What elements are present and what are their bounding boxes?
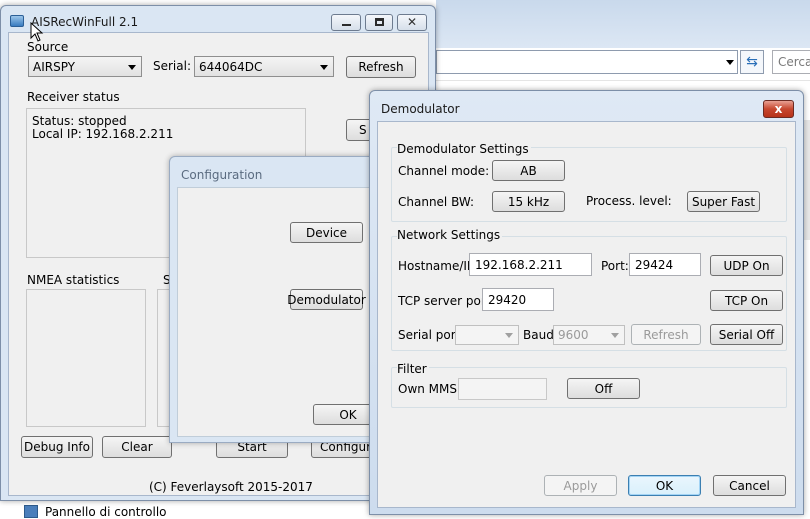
udp-on-button[interactable]: UDP On — [710, 255, 783, 276]
refresh-button[interactable]: Refresh — [346, 56, 416, 78]
serial-value: 644064DC — [199, 59, 263, 74]
background-list-divider — [436, 80, 810, 81]
demodulator-client-area: Demodulator Settings Channel mode: AB Ch… — [377, 121, 796, 508]
baud-value: 9600 — [558, 328, 589, 342]
chevron-down-icon — [611, 333, 619, 338]
own-mmsi-input[interactable] — [458, 378, 547, 400]
channel-mode-label: Channel mode: — [398, 164, 490, 178]
hostname-input[interactable]: 192.168.2.211 — [469, 253, 592, 276]
tcp-server-port-input[interactable]: 29420 — [482, 288, 554, 311]
copyright-text: (C) Feverlaysoft 2015-2017 — [149, 480, 313, 494]
demodulator-ok-button[interactable]: OK — [628, 475, 701, 496]
configuration-client-area: Device Demodulator OK — [177, 187, 383, 437]
port-input[interactable]: 29424 — [629, 253, 701, 276]
source-dropdown[interactable]: AIRSPY — [28, 56, 142, 77]
chevron-down-icon — [505, 333, 513, 338]
demodulator-title: Demodulator — [381, 102, 460, 116]
local-ip-line: Local IP: 192.168.2.211 — [32, 127, 174, 141]
background-address-bar[interactable] — [436, 50, 738, 74]
demodulator-settings-label: Demodulator Settings — [397, 142, 531, 156]
close-icon: ✕ — [406, 15, 418, 29]
control-panel-icon — [24, 505, 38, 518]
status-line: Status: stopped — [32, 114, 127, 128]
chevron-down-icon — [128, 64, 136, 70]
serial-off-button[interactable]: Serial Off — [710, 324, 783, 345]
serial-refresh-button[interactable]: Refresh — [631, 324, 701, 345]
background-search-input[interactable]: Cerca — [772, 50, 810, 74]
hostname-label: Hostname/IP: — [398, 259, 479, 273]
debug-info-button[interactable]: Debug Info — [21, 436, 93, 458]
taskbar-item-control-panel[interactable]: Pannello di controllo — [45, 505, 167, 519]
process-level-button[interactable]: Super Fast — [687, 191, 760, 212]
tcp-server-port-label: TCP server port: — [398, 294, 495, 308]
chevron-down-icon — [320, 64, 328, 70]
own-mmsi-label: Own MMSI: — [398, 382, 465, 396]
channel-mode-button[interactable]: AB — [492, 160, 565, 181]
tcp-on-button[interactable]: TCP On — [710, 290, 783, 311]
minimize-button[interactable] — [331, 14, 361, 31]
configuration-window: Configuration Device Demodulator OK — [169, 156, 383, 443]
demodulator-button[interactable]: Demodulator — [287, 289, 366, 310]
background-side-scrollbar[interactable] — [804, 120, 810, 240]
nmea-statistics-box — [26, 289, 146, 427]
process-level-label: Process. level: — [586, 194, 672, 208]
serial-port-dropdown[interactable] — [455, 325, 519, 345]
baud-dropdown[interactable]: 9600 — [553, 325, 625, 345]
address-dropdown-icon[interactable] — [726, 60, 734, 65]
maximize-icon — [375, 18, 384, 26]
demodulator-window: Demodulator x Demodulator Settings Chann… — [369, 90, 804, 515]
configuration-title: Configuration — [181, 168, 263, 182]
network-settings-label: Network Settings — [397, 228, 503, 242]
channel-bw-button[interactable]: 15 kHz — [492, 191, 565, 212]
filter-label: Filter — [397, 362, 429, 376]
app-icon — [10, 15, 24, 27]
nmea-statistics-label: NMEA statistics — [27, 273, 120, 287]
refresh-arrows-icon[interactable]: ⇆ — [740, 50, 764, 74]
minimize-icon — [342, 24, 351, 26]
filter-off-button[interactable]: Off — [567, 378, 640, 399]
apply-button[interactable]: Apply — [544, 475, 617, 496]
port-label: Port: — [601, 259, 629, 273]
device-button[interactable]: Device — [290, 222, 363, 243]
channel-bw-label: Channel BW: — [398, 195, 475, 209]
close-button[interactable]: ✕ — [397, 14, 427, 31]
main-window-title: AISRecWinFull 2.1 — [31, 15, 139, 29]
serial-dropdown[interactable]: 644064DC — [194, 56, 334, 77]
demodulator-close-button[interactable]: x — [763, 100, 794, 118]
source-label: Source — [27, 40, 69, 54]
receiver-status-label: Receiver status — [27, 90, 120, 104]
source-value: AIRSPY — [33, 59, 76, 74]
serial-label: Serial: — [153, 59, 191, 73]
demodulator-cancel-button[interactable]: Cancel — [713, 475, 786, 496]
maximize-button[interactable] — [365, 14, 393, 31]
clear-button[interactable]: Clear — [102, 436, 172, 458]
cursor-arrow-icon — [30, 22, 44, 42]
close-icon: x — [774, 102, 783, 116]
background-titlebar — [436, 0, 810, 48]
